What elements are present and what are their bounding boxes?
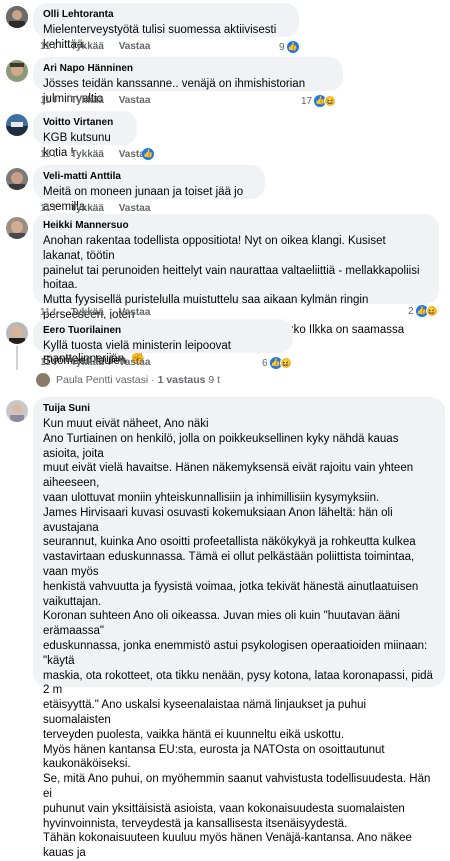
reaction-number: 17 <box>301 95 313 107</box>
like-button[interactable]: Tykkää <box>71 149 104 160</box>
avatar[interactable] <box>6 322 28 344</box>
comment-bubble: Eero Tuorilainen Kyllä tuosta vielä mini… <box>33 319 293 367</box>
reply-author-name: Paula Pentti <box>56 374 113 386</box>
reply-button[interactable]: Vastaa <box>119 307 151 318</box>
reply-avatar <box>36 373 50 387</box>
comment-bubble: Tuija Suni Kun muut eivät näheet, Ano nä… <box>33 397 445 859</box>
comment-actions: 11 t Tykkää Vastaa <box>40 307 162 318</box>
comment-time[interactable]: 11 t <box>40 95 56 106</box>
reply-count: 1 vastaus <box>157 374 206 386</box>
comment-bubble: Veli-matti Anttila Meitä on moneen junaa… <box>33 165 265 213</box>
like-reaction-icon: 👍 <box>142 148 154 160</box>
reaction-count[interactable]: 17 👍 😆 <box>301 95 337 107</box>
comment-bubble: Olli Lehtoranta Mielenterveystyötä tulis… <box>33 3 299 51</box>
haha-reaction-icon: 😆 <box>324 95 337 107</box>
reaction-count[interactable]: 6 👍 😆 <box>262 357 292 369</box>
comment-actions: 11 t Tykkää Vastaa <box>40 203 162 214</box>
like-reaction-icon: 👍 <box>286 41 299 53</box>
comment-author[interactable]: Eero Tuorilainen <box>43 324 283 337</box>
like-button[interactable]: Tykkää <box>71 357 104 368</box>
reply-author-suffix: vastasi <box>115 374 149 386</box>
like-button[interactable]: Tykkää <box>71 203 104 214</box>
comment-time[interactable]: 11 t <box>40 149 56 160</box>
comment-time[interactable]: 11 t <box>40 357 56 368</box>
comment-bubble: Ari Napo Hänninen Jösses teidän kanssann… <box>33 57 343 105</box>
comment-author[interactable]: Veli-matti Anttila <box>43 170 255 183</box>
avatar[interactable] <box>6 6 28 28</box>
haha-reaction-icon: 😆 <box>425 305 438 317</box>
comment-bubble: Voitto Virtanen KGB kutsunu kotia ! <box>33 111 137 159</box>
reaction-number: 9 <box>279 41 285 53</box>
reply-button[interactable]: Vastaa <box>119 95 151 106</box>
comment-author[interactable]: Olli Lehtoranta <box>43 8 289 21</box>
avatar[interactable] <box>6 217 28 239</box>
comment-author[interactable]: Heikki Mannersuo <box>43 219 429 232</box>
comment-actions: 11 t Tykkää Vastaa <box>40 357 162 368</box>
reaction-count[interactable]: 9 👍 <box>279 41 299 53</box>
comment-bubble: Heikki Mannersuo Anohan rakentaa todelli… <box>33 214 439 365</box>
avatar[interactable] <box>6 60 28 82</box>
avatar[interactable] <box>6 400 28 422</box>
reply-button[interactable]: Vastaa <box>119 203 151 214</box>
comment-author[interactable]: Voitto Virtanen <box>43 116 127 129</box>
reaction-number: 2 <box>408 305 414 317</box>
comment-time[interactable]: 11 t <box>40 41 56 52</box>
haha-reaction-icon: 😆 <box>279 357 292 369</box>
reaction-count[interactable]: 👍 <box>142 148 154 160</box>
like-button[interactable]: Tykkää <box>71 307 104 318</box>
comment-actions: 11 t Tykkää Vastaa <box>40 95 162 106</box>
comment-author[interactable]: Tuija Suni <box>43 402 435 415</box>
avatar[interactable] <box>6 168 28 190</box>
comment-time[interactable]: 11 t <box>40 307 56 318</box>
comment-author[interactable]: Ari Napo Hänninen <box>43 62 333 75</box>
comment-text: Kun muut eivät näheet, Ano näki Ano Turt… <box>43 418 433 860</box>
reply-time: 9 t <box>208 374 221 386</box>
like-button[interactable]: Tykkää <box>71 41 104 52</box>
comment-actions: 11 t Tykkää Vastaa <box>40 41 162 52</box>
reply-button[interactable]: Vastaa <box>119 41 151 52</box>
avatar[interactable] <box>6 114 28 136</box>
view-replies-link[interactable]: Paula Pentti vastasi · 1 vastaus 9 t <box>36 373 220 387</box>
reaction-count[interactable]: 2 👍 😆 <box>408 305 438 317</box>
reply-button[interactable]: Vastaa <box>119 357 151 368</box>
like-button[interactable]: Tykkää <box>71 95 104 106</box>
reaction-number: 6 <box>262 357 268 369</box>
reply-thread-line <box>16 346 18 370</box>
comment-time[interactable]: 11 t <box>40 203 56 214</box>
reply-separator: · <box>151 374 155 386</box>
